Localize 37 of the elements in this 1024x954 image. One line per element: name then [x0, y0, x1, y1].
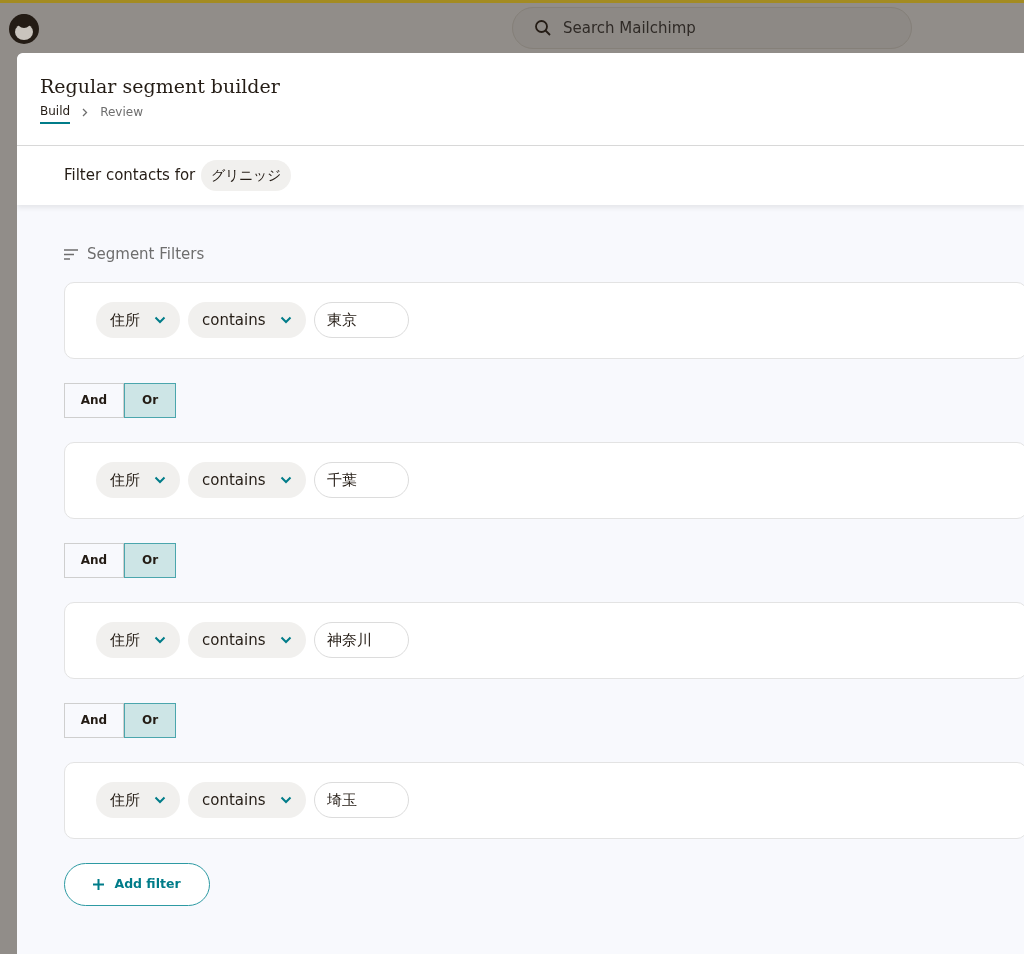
logic-toggle[interactable]: And	[64, 382, 124, 418]
logic-toggle[interactable]: Or	[124, 542, 176, 578]
logic-toggle[interactable]: Or	[124, 702, 176, 738]
step-tab[interactable]: Build	[40, 101, 71, 124]
chevron-down-icon	[154, 636, 166, 644]
step-tab[interactable]: Review	[100, 102, 143, 123]
search-field[interactable]: Search Mailchimp	[512, 7, 912, 49]
operator-dropdown[interactable]: contains	[188, 462, 306, 498]
value-field[interactable]: 埼玉	[313, 782, 409, 818]
logic-toggle[interactable]: Or	[124, 382, 176, 418]
audience-tag: グリニッジ	[201, 160, 292, 191]
field-dropdown[interactable]: 住所	[96, 462, 180, 498]
modal-title: Regular segment builder	[40, 75, 281, 98]
filter-icon	[64, 248, 79, 260]
field-dropdown[interactable]: 住所	[96, 302, 180, 338]
field-dropdown[interactable]: 住所	[96, 622, 180, 658]
logic-toggle[interactable]: And	[64, 702, 124, 738]
add-filter-button[interactable]: Add filter	[64, 862, 210, 906]
chevron-down-icon	[154, 476, 166, 484]
value-field[interactable]: 千葉	[313, 462, 409, 498]
chevron-down-icon	[154, 796, 166, 804]
chevron-down-icon	[279, 316, 292, 324]
section-heading: Segment Filters	[87, 244, 205, 265]
chevron-down-icon	[279, 636, 292, 644]
operator-dropdown[interactable]: contains	[188, 782, 306, 818]
chevron-right-icon	[82, 108, 89, 118]
plus-icon	[93, 878, 105, 890]
value-field[interactable]: 東京	[313, 302, 409, 338]
chevron-down-icon	[279, 476, 292, 484]
value-field[interactable]: 神奈川	[313, 622, 409, 658]
chevron-down-icon	[154, 316, 166, 324]
chevron-down-icon	[279, 796, 292, 804]
field-dropdown[interactable]: 住所	[96, 782, 180, 818]
filter-label: Filter contacts for	[64, 165, 196, 187]
operator-dropdown[interactable]: contains	[188, 622, 306, 658]
operator-dropdown[interactable]: contains	[188, 302, 306, 338]
logic-toggle[interactable]: And	[64, 542, 124, 578]
